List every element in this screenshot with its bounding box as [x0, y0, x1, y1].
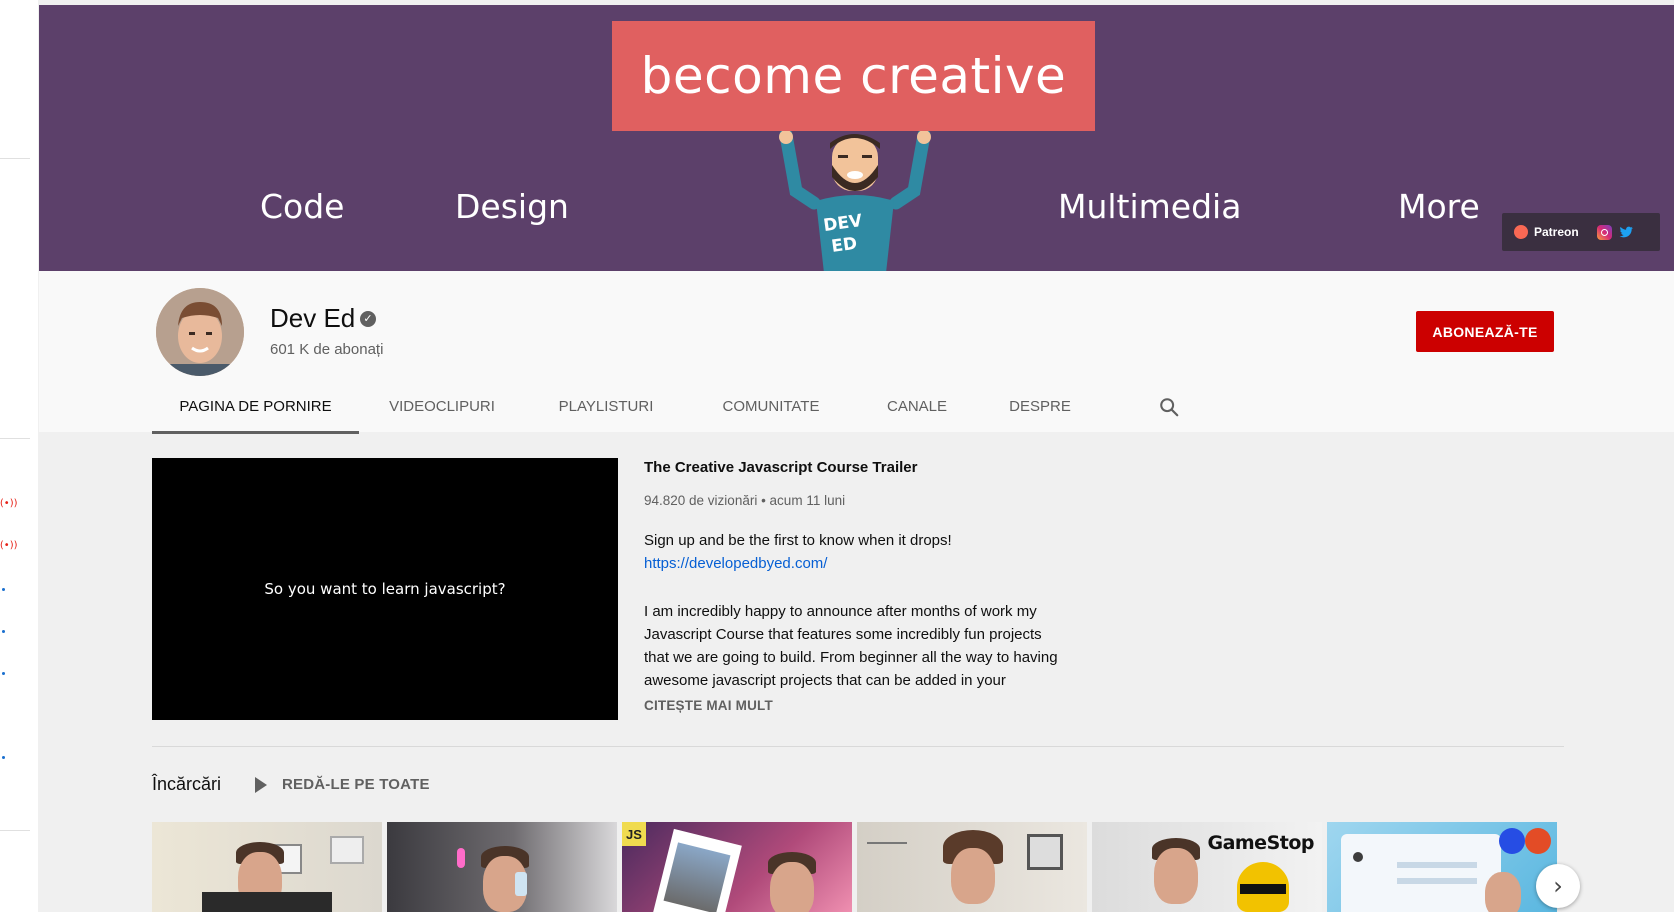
live-icon[interactable]: ((•))	[0, 540, 18, 551]
description-line: Javascript Course that features some inc…	[644, 626, 1042, 643]
verified-check-icon: ✓	[360, 311, 376, 327]
banner-word-more: More	[1398, 187, 1480, 226]
ui-mockup-row	[1397, 862, 1477, 868]
cartoon-sunglasses	[1240, 884, 1286, 894]
neon-sign	[457, 848, 465, 868]
ui-mockup-row	[1397, 878, 1477, 884]
shelf-next-arrow-icon[interactable]: ›	[1536, 864, 1580, 908]
featured-video-meta: 94.820 de vizionări • acum 11 luni	[644, 493, 846, 508]
video-thumbnail[interactable]	[387, 822, 617, 912]
instagram-icon[interactable]	[1596, 224, 1612, 240]
css3-icon	[1499, 828, 1525, 854]
new-content-dot-icon	[2, 588, 5, 591]
section-divider	[152, 746, 1564, 747]
svg-text:ED: ED	[830, 234, 858, 257]
gamestop-logo: GameStop	[1207, 832, 1314, 854]
patreon-icon[interactable]	[1514, 225, 1528, 239]
banner-word-multimedia: Multimedia	[1058, 187, 1242, 226]
thumbnail-face	[951, 848, 995, 904]
featured-video-title[interactable]: The Creative Javascript Course Trailer	[644, 459, 917, 476]
play-icon[interactable]	[255, 777, 267, 793]
avatar-photo	[156, 288, 244, 376]
html5-icon	[1525, 828, 1551, 854]
featured-description-link[interactable]: https://developedbyed.com/	[644, 555, 827, 572]
video-thumbnail[interactable]	[1327, 822, 1557, 912]
banner-sign: become creative	[612, 21, 1095, 131]
guide-sidebar: ((•)) ((•))	[0, 0, 38, 912]
description-line: that we are going to build. From beginne…	[644, 649, 1058, 666]
sidebar-divider	[0, 830, 30, 831]
thumbnail-face	[1485, 872, 1521, 912]
js-badge: JS	[622, 822, 646, 846]
video-thumbnail[interactable]	[857, 822, 1087, 912]
banner-word-code: Code	[260, 187, 345, 226]
thumbnail-chair	[202, 892, 332, 912]
patreon-link[interactable]: Patreon	[1534, 225, 1579, 239]
tab-about[interactable]: DESPRE	[995, 384, 1085, 431]
featured-description-signup: Sign up and be the first to know when it…	[644, 532, 952, 549]
read-more-button[interactable]: CITEȘTE MAI MULT	[644, 698, 773, 713]
tab-home[interactable]: PAGINA DE PORNIRE	[152, 384, 359, 434]
video-thumbnail[interactable]	[152, 822, 382, 912]
tab-playlists[interactable]: PLAYLISTURI	[542, 384, 670, 431]
dev-ed-mascot-illustration: DEV ED	[779, 131, 931, 271]
tab-videos[interactable]: VIDEOCLIPURI	[372, 384, 512, 431]
channel-name: Dev Ed	[270, 303, 356, 333]
sidebar-divider	[0, 158, 30, 159]
thumbnail-face	[1154, 848, 1198, 904]
tab-community[interactable]: COMUNITATE	[704, 384, 838, 431]
uploads-title[interactable]: Încărcări	[152, 774, 221, 795]
banner-links: Patreon	[1502, 213, 1660, 251]
water-bottle	[515, 872, 527, 896]
description-line: awesome javascript projects that can be …	[644, 672, 1006, 689]
subscribe-button[interactable]: ABONEAZĂ-TE	[1416, 311, 1554, 352]
new-content-dot-icon	[2, 756, 5, 759]
channel-avatar[interactable]	[156, 288, 244, 376]
banner-headline: become creative	[640, 47, 1067, 105]
video-thumbnail[interactable]: JS	[622, 822, 852, 912]
thumbnail-face	[770, 862, 814, 912]
sidebar-divider	[0, 438, 30, 439]
subscriber-count: 601 K de abonați	[270, 341, 384, 358]
featured-description: I am incredibly happy to announce after …	[644, 600, 1084, 692]
live-icon[interactable]: ((•))	[0, 498, 18, 509]
wall-frame	[330, 836, 364, 864]
video-caption: So you want to learn javascript?	[264, 580, 506, 598]
tab-channels[interactable]: CANALE	[872, 384, 962, 431]
play-all-button[interactable]: REDĂ-LE PE TOATE	[282, 776, 430, 793]
wall-shelf	[867, 842, 907, 844]
wall-frame	[1027, 834, 1063, 870]
new-content-dot-icon	[2, 630, 5, 633]
banner-word-design: Design	[455, 187, 569, 226]
video-thumbnail[interactable]: GameStop	[1092, 822, 1322, 912]
twitter-icon[interactable]	[1618, 224, 1634, 240]
channel-banner: become creative Code Design Multimedia M…	[39, 5, 1674, 271]
featured-video-player[interactable]: So you want to learn javascript?	[152, 458, 618, 720]
new-content-dot-icon	[2, 672, 5, 675]
ui-mockup-avatar	[1353, 852, 1363, 862]
channel-search-icon[interactable]	[1158, 396, 1180, 418]
ui-mockup-card	[1341, 834, 1501, 912]
description-line: I am incredibly happy to announce after …	[644, 603, 1037, 620]
